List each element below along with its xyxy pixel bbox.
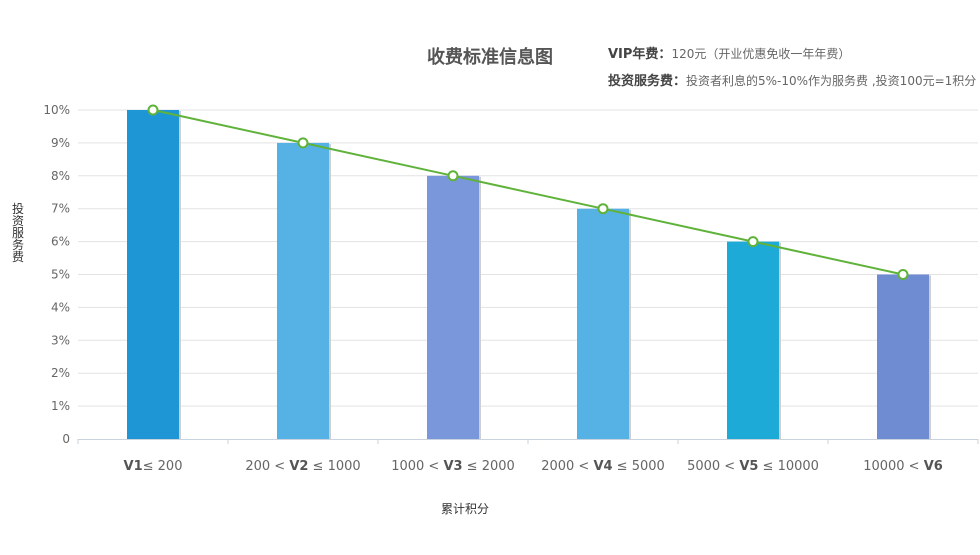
x-tick-label: 1000 < V3 ≤ 2000 xyxy=(391,459,515,474)
trend-point xyxy=(147,104,159,116)
y-tick-label: 7% xyxy=(51,202,70,216)
level-name: V4 xyxy=(593,459,612,474)
range-text: ≤ 200 xyxy=(143,459,183,474)
range-text: ≤ 10000 xyxy=(758,459,819,474)
x-tick-label: 200 < V2 ≤ 1000 xyxy=(245,459,360,474)
trend-point xyxy=(897,269,909,280)
y-tick-labels: 0 1% 2% 3% 4% 5% 6% 7% 8% 9% 10% xyxy=(43,103,70,446)
x-tick-label: V1≤ 200 xyxy=(124,459,183,474)
fee-bar-chart: 0 1% 2% 3% 4% 5% 6% 7% 8% 9% 10% V1≤ 200 200 < V2 ≤… xyxy=(12,103,979,516)
bar xyxy=(427,175,479,440)
y-tick-label: 4% xyxy=(51,300,70,314)
range-text: 5000 < xyxy=(687,459,739,474)
y-tick-label: 3% xyxy=(51,333,70,347)
y-axis-label: 投资服务费 xyxy=(12,201,24,264)
x-tick-label: 10000 < V6 xyxy=(863,459,943,474)
grid-lines xyxy=(78,109,978,407)
trend-point xyxy=(297,137,309,149)
bar xyxy=(277,142,329,439)
x-tick-labels: V1≤ 200 200 < V2 ≤ 1000 1000 < V3 ≤ 2000 20… xyxy=(124,459,943,474)
range-text: 1000 < xyxy=(391,459,443,474)
x-tick-label: 2000 < V4 ≤ 5000 xyxy=(541,459,665,474)
trend-point xyxy=(597,203,609,215)
y-tick-label: 9% xyxy=(51,136,70,150)
y-tick-label: 8% xyxy=(51,169,70,183)
range-text: ≤ 2000 xyxy=(463,459,515,474)
x-tick-label: 5000 < V5 ≤ 10000 xyxy=(687,459,819,474)
bar xyxy=(577,208,629,439)
y-tick-label: 5% xyxy=(51,268,70,282)
y-tick-label: 10% xyxy=(43,103,70,117)
y-tick-label: 2% xyxy=(51,366,70,380)
trend-line-path xyxy=(152,109,904,276)
x-axis xyxy=(77,439,979,444)
bar xyxy=(127,110,179,439)
bar xyxy=(727,241,779,439)
level-name: V5 xyxy=(739,459,758,474)
range-text: ≤ 5000 xyxy=(613,459,665,474)
y-tick-label: 1% xyxy=(51,399,70,413)
level-name: V2 xyxy=(289,459,308,474)
range-text: 2000 < xyxy=(541,459,593,474)
y-tick-label: 0 xyxy=(62,432,70,446)
level-name: V1 xyxy=(124,459,143,474)
level-name: V3 xyxy=(443,459,462,474)
range-text: 10000 < xyxy=(863,459,924,474)
bar xyxy=(877,274,929,439)
trend-line xyxy=(147,104,909,280)
range-text: 200 < xyxy=(245,459,289,474)
x-axis-label: 累计积分 xyxy=(441,502,489,516)
range-text: ≤ 1000 xyxy=(308,459,360,474)
trend-point xyxy=(447,170,459,182)
y-tick-label: 6% xyxy=(51,235,70,249)
level-name: V6 xyxy=(924,459,943,474)
trend-point xyxy=(747,236,759,248)
